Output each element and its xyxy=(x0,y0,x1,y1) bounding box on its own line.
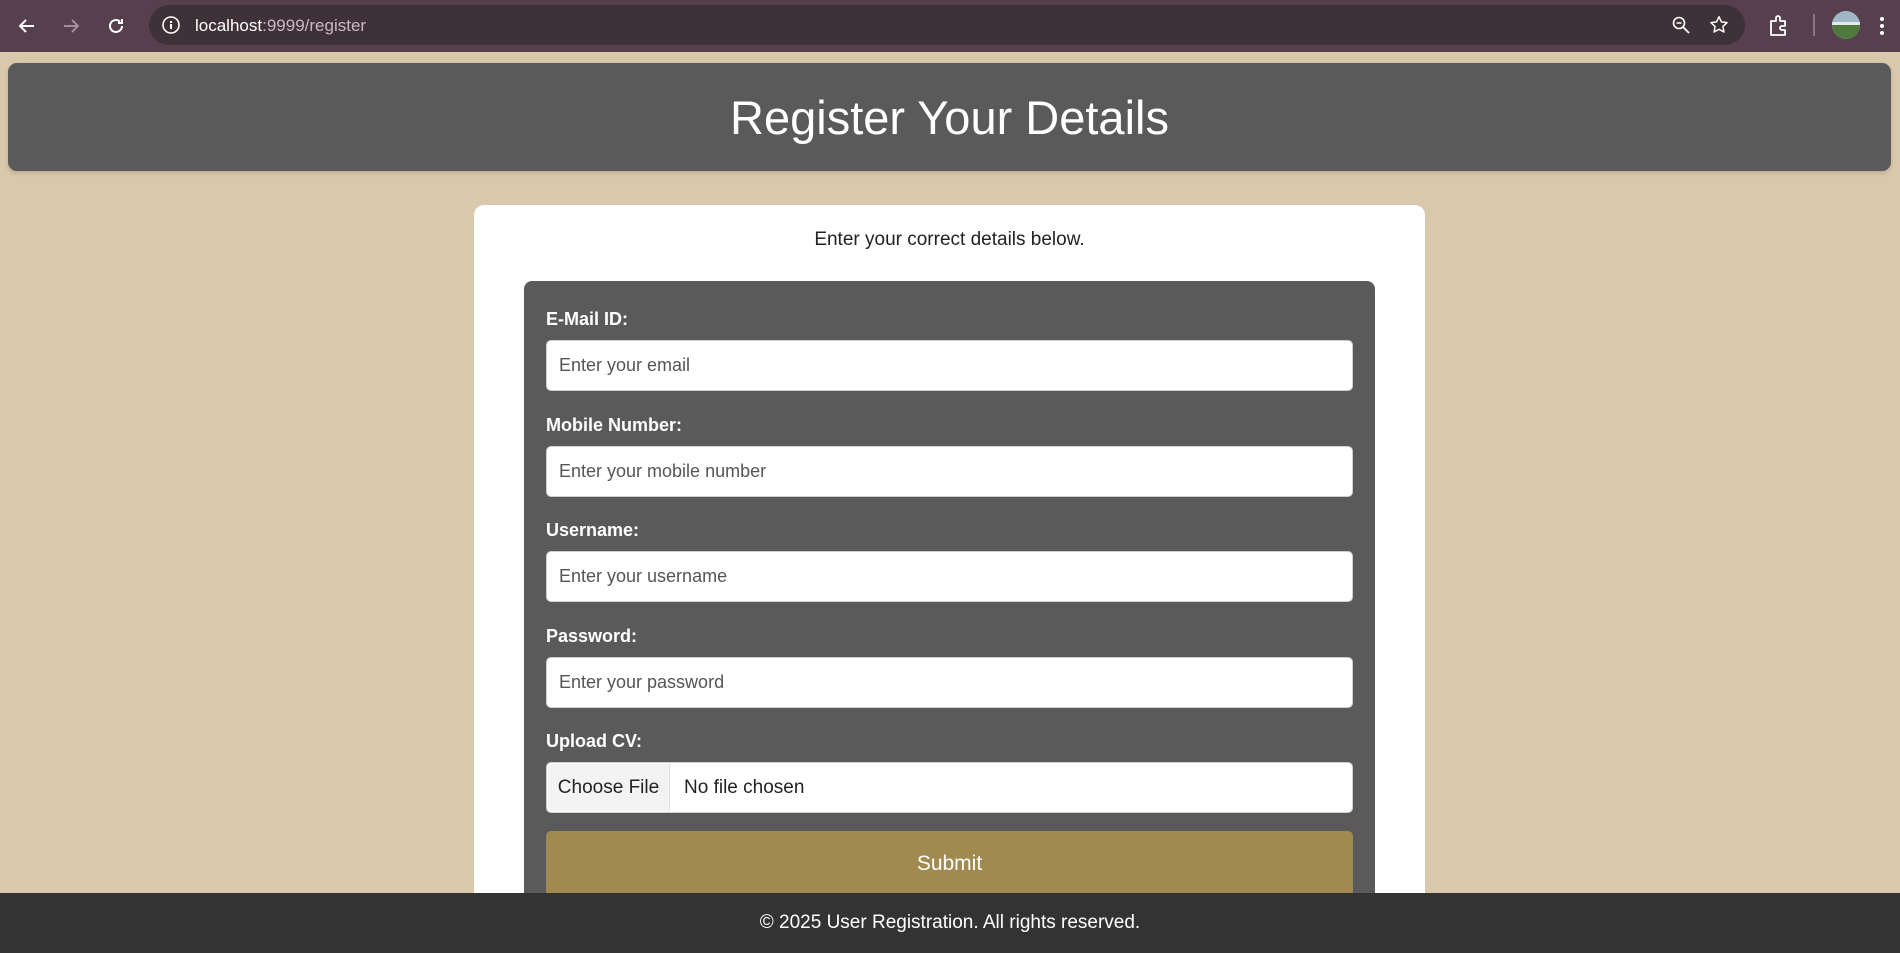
arrow-right-icon xyxy=(64,19,80,33)
toolbar-divider xyxy=(1813,14,1815,36)
footer-text: © 2025 User Registration. All rights res… xyxy=(759,912,1141,933)
browser-toolbar: localhost:9999/register xyxy=(0,0,1900,52)
url-host: localhost xyxy=(195,16,263,35)
email-label: E-Mail ID: xyxy=(546,309,629,329)
password-label: Password: xyxy=(546,626,638,646)
reload-icon xyxy=(109,18,123,33)
upload-cv-label: Upload CV: xyxy=(546,731,643,751)
page-footer: © 2025 User Registration. All rights res… xyxy=(0,893,1900,953)
choose-file-button[interactable]: Choose File xyxy=(548,764,670,811)
username-field[interactable] xyxy=(546,551,1353,602)
puzzle-icon[interactable] xyxy=(1765,12,1793,40)
username-label: Username: xyxy=(546,520,640,540)
avatar[interactable] xyxy=(1832,11,1860,39)
url-text[interactable]: localhost:9999/register xyxy=(195,16,366,36)
arrow-left-icon xyxy=(18,19,34,33)
cv-file-input[interactable]: Choose File No file chosen xyxy=(546,762,1353,813)
kebab-menu-icon[interactable] xyxy=(1872,12,1892,40)
address-bar[interactable]: localhost:9999/register xyxy=(149,5,1745,45)
zoom-icon[interactable] xyxy=(1671,15,1691,35)
file-status: No file chosen xyxy=(684,776,805,798)
star-icon[interactable] xyxy=(1708,14,1730,36)
mobile-field[interactable] xyxy=(546,446,1353,497)
avatar-image xyxy=(1832,11,1860,39)
page-title: Register Your Details xyxy=(730,90,1169,144)
registration-form: E-Mail ID: Mobile Number: Username: Pass… xyxy=(524,281,1375,921)
forward-button[interactable] xyxy=(53,8,89,44)
back-button[interactable] xyxy=(9,8,45,44)
registration-card: Enter your correct details below. E-Mail… xyxy=(474,205,1425,925)
mobile-label: Mobile Number: xyxy=(546,415,683,435)
intro-text: Enter your correct details below. xyxy=(814,229,1085,250)
url-path: :9999/register xyxy=(262,16,367,35)
submit-button[interactable]: Submit xyxy=(546,831,1353,896)
password-field[interactable] xyxy=(546,657,1353,708)
email-field[interactable] xyxy=(546,340,1353,391)
info-icon[interactable] xyxy=(161,15,181,35)
reload-button[interactable] xyxy=(98,8,134,44)
page-header: Register Your Details xyxy=(8,63,1891,171)
